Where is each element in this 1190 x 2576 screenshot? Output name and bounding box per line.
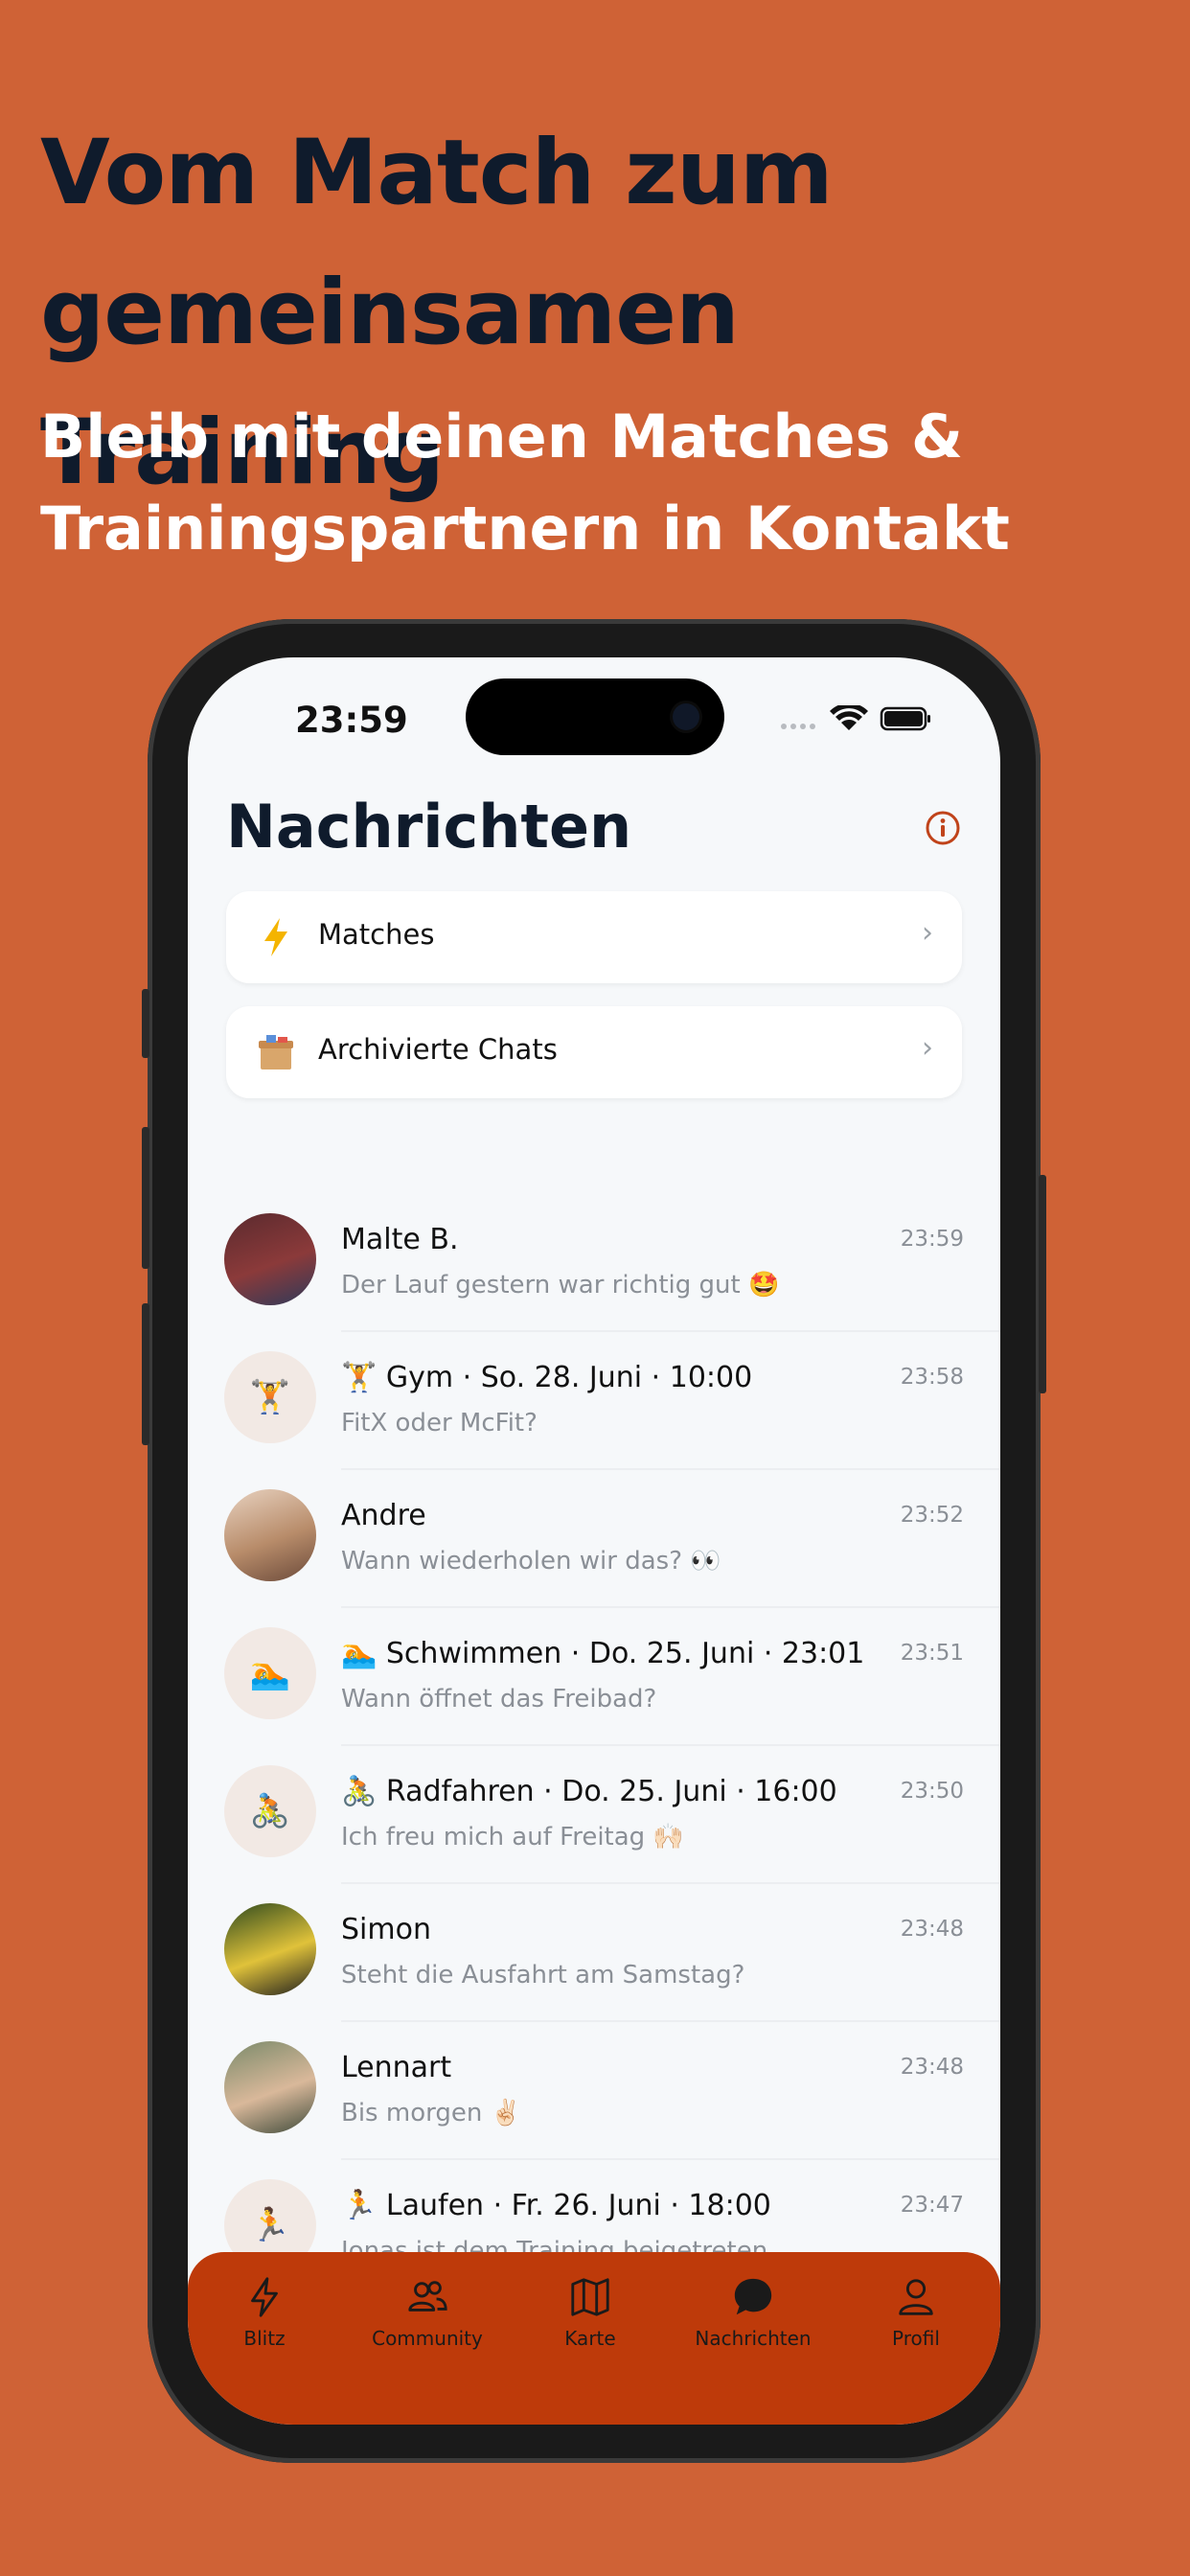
map-icon bbox=[571, 2278, 609, 2316]
archived-chats-label: Archivierte Chats bbox=[318, 1033, 558, 1066]
tab-karte[interactable]: Karte bbox=[514, 2269, 667, 2384]
chat-timestamp: 23:50 bbox=[900, 1779, 964, 1804]
chat-timestamp: 23:59 bbox=[900, 1227, 964, 1252]
status-icons bbox=[781, 705, 930, 731]
avatar bbox=[224, 1903, 316, 1995]
chat-row[interactable]: 🏋️ 🏋️ Gym · So. 28. Juni · 10:00 FitX oder… bbox=[188, 1332, 1000, 1470]
page-title: Nachrichten bbox=[226, 792, 632, 862]
chat-row[interactable]: Andre Wann wiederholen wir das? 👀 23:52 bbox=[188, 1470, 1000, 1608]
archive-box-icon bbox=[257, 1031, 295, 1073]
chat-row[interactable]: Malte B. Der Lauf gestern war richtig gut… bbox=[188, 1194, 1000, 1332]
chat-timestamp: 23:47 bbox=[900, 2193, 964, 2218]
matches-label: Matches bbox=[318, 918, 435, 951]
chat-preview: Wann wiederholen wir das? 👀 bbox=[341, 1547, 721, 1576]
chat-timestamp: 23:58 bbox=[900, 1365, 964, 1390]
chat-timestamp: 23:48 bbox=[900, 2055, 964, 2080]
avatar bbox=[224, 1489, 316, 1581]
avatar: 🚴 bbox=[224, 1765, 316, 1857]
chat-row[interactable]: 🚴 🚴 Radfahren · Do. 25. Juni · 16:00 Ich f… bbox=[188, 1746, 1000, 1884]
phone-mute-switch bbox=[142, 989, 149, 1058]
chat-bubble-icon bbox=[734, 2278, 772, 2315]
activity-icon: 🏊 bbox=[249, 1654, 291, 1692]
chat-name: Andre bbox=[341, 1499, 426, 1532]
battery-icon bbox=[880, 706, 930, 731]
archived-chats-card[interactable]: Archivierte Chats › bbox=[226, 1006, 962, 1098]
tab-label: Blitz bbox=[243, 2327, 286, 2350]
tab-bar: Blitz Community Karte Nachrichten Profil bbox=[188, 2252, 1000, 2425]
avatar bbox=[224, 2041, 316, 2133]
front-camera bbox=[673, 703, 699, 730]
chevron-right-icon: › bbox=[922, 1031, 933, 1065]
tab-profil[interactable]: Profil bbox=[839, 2269, 993, 2384]
phone-frame: 23:59 Nachrichten Matches › Archivierte … bbox=[142, 619, 1046, 2463]
marketing-subline: Bleib mit deinen Matches & Trainingspart… bbox=[40, 402, 1010, 564]
activity-icon: 🚴 bbox=[249, 1792, 291, 1830]
chat-name: Malte B. bbox=[341, 1223, 459, 1256]
chat-preview: Der Lauf gestern war richtig gut 🤩 bbox=[341, 1271, 780, 1300]
chat-preview: Bis morgen ✌🏻 bbox=[341, 2099, 521, 2128]
info-icon[interactable] bbox=[924, 809, 962, 847]
chat-preview: FitX oder McFit? bbox=[341, 1409, 538, 1438]
chat-name: 🏋️ Gym · So. 28. Juni · 10:00 bbox=[341, 1361, 753, 1394]
wifi-icon bbox=[830, 705, 868, 730]
chat-row[interactable]: Simon Steht die Ausfahrt am Samstag? 23:48 bbox=[188, 1884, 1000, 2022]
avatar: 🏊 bbox=[224, 1627, 316, 1719]
activity-icon: 🏋️ bbox=[249, 1378, 291, 1416]
person-icon bbox=[899, 2279, 933, 2315]
tab-blitz[interactable]: Blitz bbox=[188, 2269, 341, 2384]
chat-preview: Ich freu mich auf Freitag 🙌🏻 bbox=[341, 1823, 684, 1852]
tab-nachrichten[interactable]: Nachrichten bbox=[676, 2269, 830, 2384]
matches-card[interactable]: Matches › bbox=[226, 891, 962, 983]
chat-preview: Wann öffnet das Freibad? bbox=[341, 1685, 657, 1714]
chat-name: Lennart bbox=[341, 2051, 452, 2084]
chat-name: 🏊 Schwimmen · Do. 25. Juni · 23:01 bbox=[341, 1637, 865, 1670]
chat-list: Malte B. Der Lauf gestern war richtig gut… bbox=[188, 1194, 1000, 2298]
chevron-right-icon: › bbox=[922, 916, 933, 950]
phone-volume-up bbox=[142, 1127, 149, 1269]
lightning-icon bbox=[257, 916, 295, 958]
phone-power-button bbox=[1039, 1175, 1046, 1393]
chat-timestamp: 23:52 bbox=[900, 1503, 964, 1528]
chat-preview: Steht die Ausfahrt am Samstag? bbox=[341, 1961, 745, 1990]
chat-timestamp: 23:48 bbox=[900, 1917, 964, 1942]
lightning-icon bbox=[251, 2277, 278, 2317]
tab-label: Karte bbox=[564, 2327, 616, 2350]
chat-row[interactable]: 🏊 🏊 Schwimmen · Do. 25. Juni · 23:01 Wann … bbox=[188, 1608, 1000, 1746]
status-time: 23:59 bbox=[295, 700, 408, 741]
chat-row[interactable]: Lennart Bis morgen ✌🏻 23:48 bbox=[188, 2022, 1000, 2160]
tab-label: Nachrichten bbox=[695, 2327, 812, 2350]
dynamic-island bbox=[466, 678, 724, 755]
tab-label: Profil bbox=[892, 2327, 940, 2350]
phone-volume-down bbox=[142, 1303, 149, 1445]
chat-timestamp: 23:51 bbox=[900, 1641, 964, 1666]
status-bar: 23:59 bbox=[188, 657, 1000, 763]
tab-community[interactable]: Community bbox=[351, 2269, 504, 2384]
chat-name: 🚴 Radfahren · Do. 25. Juni · 16:00 bbox=[341, 1775, 837, 1808]
chat-name: Simon bbox=[341, 1913, 431, 1946]
tab-label: Community bbox=[372, 2327, 483, 2350]
avatar bbox=[224, 1213, 316, 1305]
people-icon bbox=[408, 2281, 447, 2312]
avatar: 🏋️ bbox=[224, 1351, 316, 1443]
app-screen: 23:59 Nachrichten Matches › Archivierte … bbox=[188, 657, 1000, 2425]
cellular-signal-icon bbox=[781, 724, 815, 729]
chat-name: 🏃 Laufen · Fr. 26. Juni · 18:00 bbox=[341, 2189, 771, 2222]
